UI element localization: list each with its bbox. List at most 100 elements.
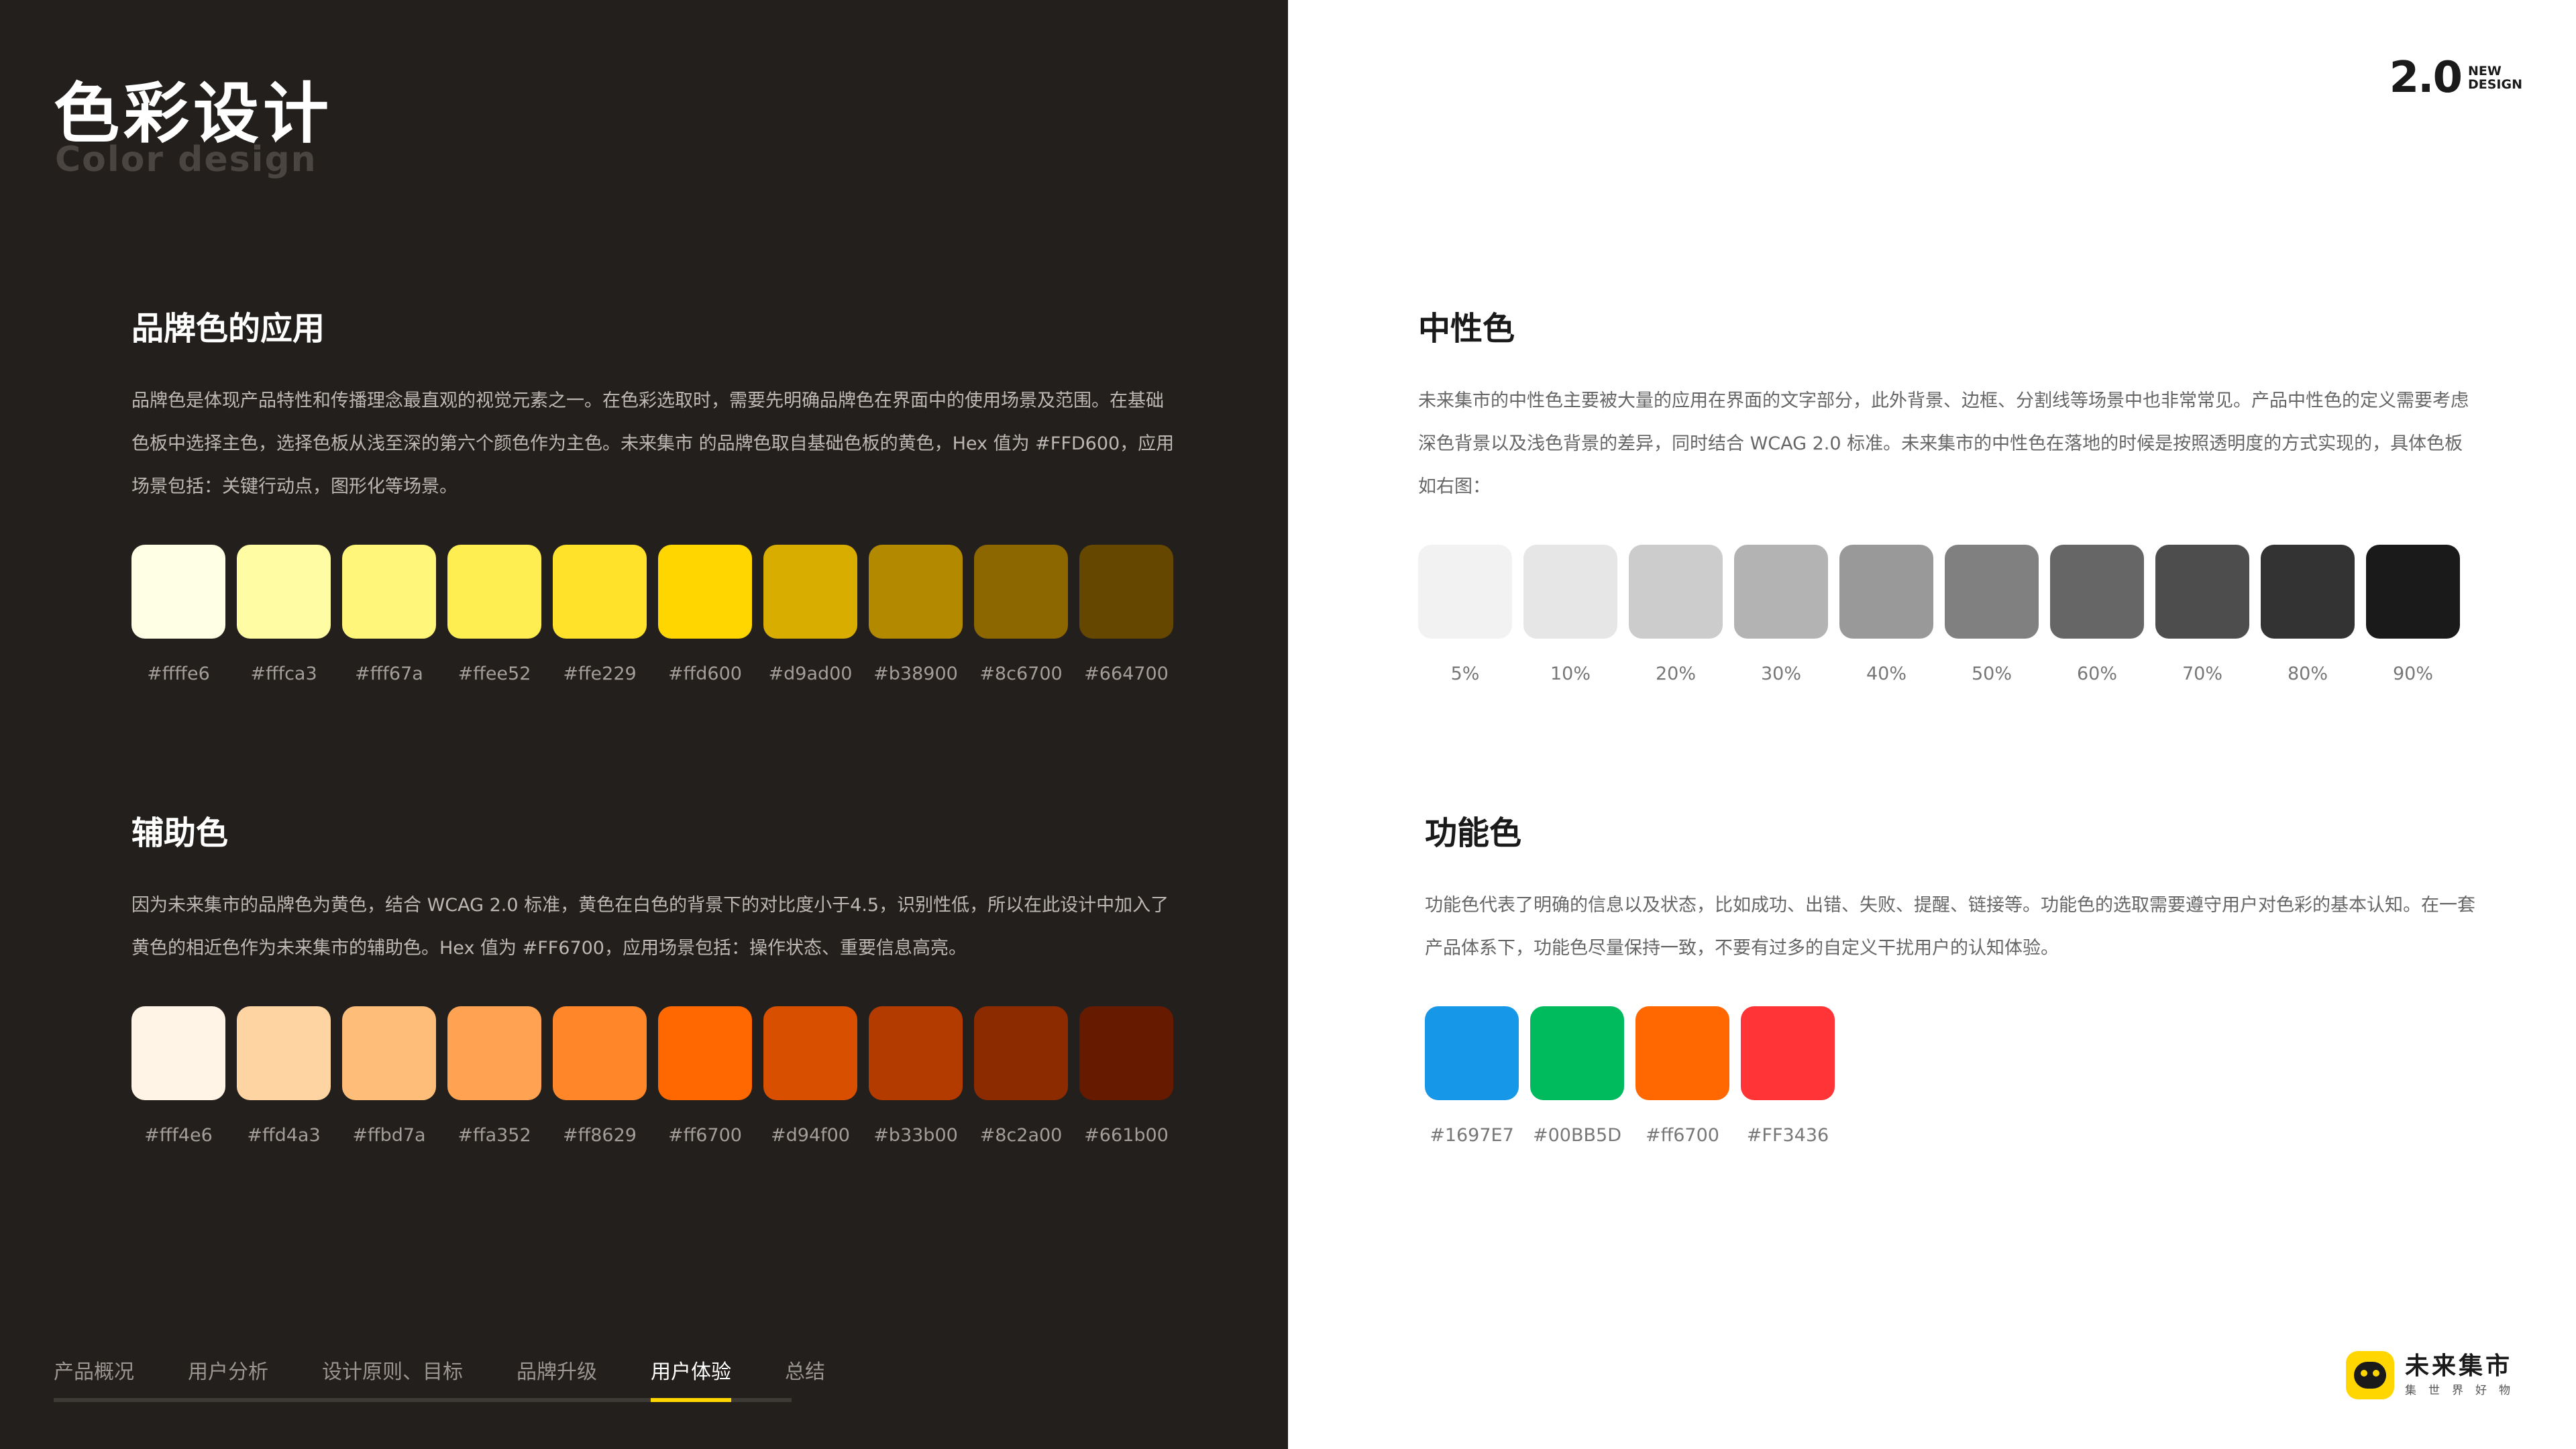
color-swatch — [2155, 545, 2249, 639]
color-swatch — [553, 1006, 647, 1100]
swatch-label: #fff4e6 — [144, 1125, 213, 1146]
nav-item-5[interactable]: 用户体验 — [651, 1359, 731, 1402]
swatch-label: #fff67a — [355, 663, 423, 684]
color-swatch — [658, 545, 752, 639]
swatch-item: #ff6700 — [1635, 1006, 1729, 1147]
nav-item-1[interactable]: 产品概况 — [54, 1359, 134, 1398]
section-title: 功能色 — [1425, 814, 1522, 852]
brand-logo-icon — [2346, 1351, 2394, 1399]
swatch-item: 90% — [2366, 545, 2460, 686]
swatch-label: #fffca3 — [250, 663, 317, 684]
swatch-item: 80% — [2261, 545, 2355, 686]
brand-face-icon — [2354, 1362, 2386, 1389]
color-swatch — [1629, 545, 1723, 639]
color-swatch — [447, 545, 541, 639]
swatch-label: #664700 — [1084, 663, 1169, 684]
swatch-item: #664700 — [1079, 545, 1173, 686]
brand-color-section: 品牌色的应用 品牌色是体现产品特性和传播理念最直观的视觉元素之一。在色彩选取时，… — [131, 309, 1178, 686]
brand-name: 未来集市 — [2405, 1352, 2513, 1380]
swatch-label: #ff8629 — [563, 1125, 637, 1146]
swatch-label: #b33b00 — [873, 1125, 958, 1146]
brand-tagline: 集世界好物 — [2405, 1384, 2522, 1397]
color-swatch — [2366, 545, 2460, 639]
color-swatch — [553, 545, 647, 639]
version-line-2: DESIGN — [2467, 77, 2522, 92]
nav-item-2[interactable]: 用户分析 — [188, 1359, 268, 1398]
version-badge: 2.0 NEW DESIGN — [2390, 56, 2522, 99]
color-swatch — [2050, 545, 2144, 639]
swatch-item: #FF3436 — [1741, 1006, 1835, 1147]
swatch-item: 70% — [2155, 545, 2249, 686]
swatch-label: #FF3436 — [1746, 1125, 1829, 1146]
swatch-label: #ffbd7a — [352, 1125, 426, 1146]
swatch-item: #ffd600 — [658, 545, 752, 686]
color-swatch — [342, 1006, 436, 1100]
swatch-label: #ffa352 — [458, 1125, 531, 1146]
color-swatch — [1079, 1006, 1173, 1100]
swatch-item: #ffd4a3 — [237, 1006, 331, 1147]
footer-brand: 未来集市 集世界好物 — [2346, 1351, 2522, 1399]
swatch-item: #00BB5D — [1530, 1006, 1624, 1147]
color-swatch — [1079, 545, 1173, 639]
color-swatch — [763, 545, 857, 639]
color-swatch — [447, 1006, 541, 1100]
color-swatch — [869, 545, 963, 639]
swatch-label: 60% — [2076, 663, 2117, 684]
swatch-item: 20% — [1629, 545, 1723, 686]
swatch-item: 50% — [1945, 545, 2039, 686]
color-swatch — [1425, 1006, 1519, 1100]
color-swatch — [131, 545, 225, 639]
swatch-item: #8c2a00 — [974, 1006, 1068, 1147]
swatch-item: #ffa352 — [447, 1006, 541, 1147]
swatch-item: #d9ad00 — [763, 545, 857, 686]
section-description: 功能色代表了明确的信息以及状态，比如成功、出错、失败、提醒、链接等。功能色的选取… — [1425, 895, 2475, 959]
swatch-label: 40% — [1866, 663, 1907, 684]
swatch-label: #ffd600 — [668, 663, 742, 684]
color-swatch — [1530, 1006, 1624, 1100]
swatch-item: 5% — [1418, 545, 1512, 686]
swatch-item: #ffffe6 — [131, 545, 225, 686]
swatch-label: 70% — [2182, 663, 2222, 684]
swatch-row: #1697E7 #00BB5D #ff6700 #FF3436 — [1425, 1006, 2485, 1147]
swatch-label: #661b00 — [1084, 1125, 1169, 1146]
section-description: 因为未来集市的品牌色为黄色，结合 WCAG 2.0 标准，黄色在白色的背景下的对… — [131, 895, 1169, 959]
nav-item-3[interactable]: 设计原则、目标 — [322, 1359, 463, 1398]
swatch-label: #00BB5D — [1533, 1125, 1621, 1146]
version-number: 2.0 — [2389, 53, 2463, 103]
swatch-item: #8c6700 — [974, 545, 1068, 686]
swatch-label: 80% — [2287, 663, 2328, 684]
section-title: 辅助色 — [131, 814, 229, 852]
swatch-label: 10% — [1550, 663, 1591, 684]
nav-item-4[interactable]: 品牌升级 — [517, 1359, 597, 1398]
nav-item-6[interactable]: 总结 — [785, 1359, 825, 1398]
color-swatch — [763, 1006, 857, 1100]
color-swatch — [2261, 545, 2355, 639]
color-swatch — [342, 545, 436, 639]
neutral-color-section: 中性色 未来集市的中性色主要被大量的应用在界面的文字部分，此外背景、边框、分割线… — [1418, 309, 2478, 686]
color-swatch — [1945, 545, 2039, 639]
version-line-1: NEW — [2467, 64, 2502, 78]
nav-items: 产品概况 用户分析 设计原则、目标 品牌升级 用户体验 总结 — [54, 1359, 825, 1402]
section-description: 品牌色是体现产品特性和传播理念最直观的视觉元素之一。在色彩选取时，需要先明确品牌… — [131, 390, 1175, 497]
swatch-row: #fff4e6 #ffd4a3 #ffbd7a #ffa352 #ff8629 #ff67… — [131, 1006, 1178, 1147]
swatch-item: #b38900 — [869, 545, 963, 686]
version-text: NEW DESIGN — [2468, 64, 2522, 91]
swatch-label: 90% — [2392, 663, 2433, 684]
swatch-item: #ffbd7a — [342, 1006, 436, 1147]
color-swatch — [1839, 545, 1933, 639]
swatch-item: 10% — [1523, 545, 1617, 686]
functional-color-section: 功能色 功能色代表了明确的信息以及状态，比如成功、出错、失败、提醒、链接等。功能… — [1425, 813, 2485, 1147]
swatch-label: #ffd4a3 — [247, 1125, 321, 1146]
swatch-item: #d94f00 — [763, 1006, 857, 1147]
color-swatch — [237, 1006, 331, 1100]
page-subtitle: Color design — [55, 140, 317, 180]
swatch-item: #ffe229 — [553, 545, 647, 686]
color-swatch — [1523, 545, 1617, 639]
swatch-label: #ffffe6 — [147, 663, 210, 684]
swatch-label: #8c6700 — [979, 663, 1063, 684]
swatch-item: 30% — [1734, 545, 1828, 686]
color-swatch — [974, 1006, 1068, 1100]
color-swatch — [658, 1006, 752, 1100]
left-panel: 色彩设计 Color design 品牌色的应用 品牌色是体现产品特性和传播理念… — [0, 0, 1288, 1449]
color-swatch — [974, 545, 1068, 639]
